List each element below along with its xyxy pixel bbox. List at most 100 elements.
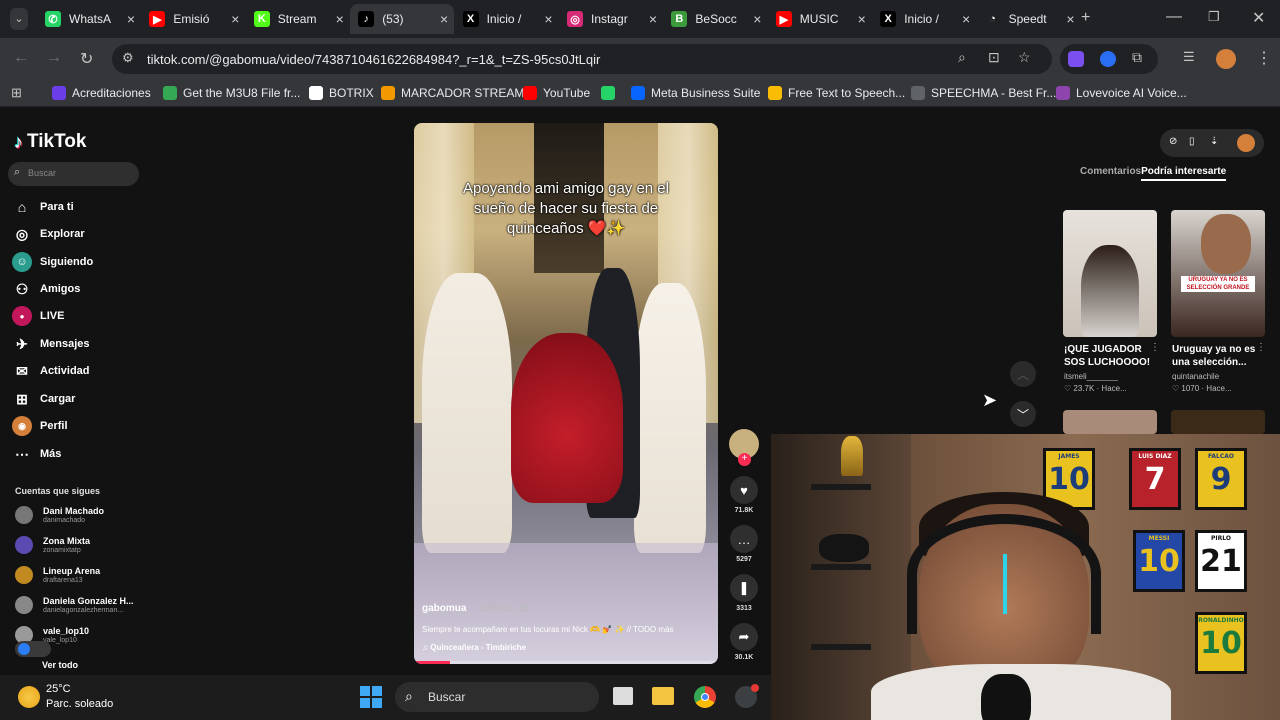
comment-action[interactable]: … 5297	[729, 525, 759, 563]
browser-tab[interactable]: ◔ Speedt ×	[977, 4, 1081, 34]
extension-icon-1[interactable]	[1068, 51, 1084, 67]
author-avatar-button[interactable]: +	[729, 429, 759, 466]
bookmark-item[interactable]: SPEECHMA - Best Fr...	[911, 86, 1056, 100]
sidebar-item[interactable]: ● LIVE	[12, 305, 64, 327]
see-all-link[interactable]: Ver todo	[42, 660, 78, 670]
media-control-icon[interactable]: ☰	[1183, 49, 1195, 65]
extension-icon-2[interactable]	[1100, 51, 1116, 67]
device-icon[interactable]: ▯	[1189, 136, 1195, 147]
tab-close-icon[interactable]: ×	[544, 11, 552, 27]
tab-close-icon[interactable]: ×	[1066, 11, 1074, 27]
suggested-thumb-4[interactable]	[1171, 410, 1265, 434]
browser-tab[interactable]: ✆ WhatsA ×	[37, 4, 141, 34]
floating-widget[interactable]	[15, 641, 51, 657]
video-music[interactable]: ♫ Quinceañera - Timbiriche	[422, 643, 526, 652]
weather-icon[interactable]	[18, 686, 40, 708]
bookmark-item[interactable]: Lovevoice AI Voice...	[1056, 86, 1187, 100]
forward-icon[interactable]: →	[46, 49, 62, 67]
save-icon[interactable]: ❚	[730, 574, 758, 602]
install-icon[interactable]: ⊡	[988, 49, 1000, 66]
search-input[interactable]: ⌕ Buscar	[8, 162, 139, 186]
comment-icon[interactable]: …	[730, 525, 758, 553]
browser-tab[interactable]: K Stream ×	[246, 4, 350, 34]
suggested-title-2[interactable]: Uruguay ya no es una selección...	[1172, 343, 1264, 369]
browser-tab[interactable]: ♪ (53) ×	[350, 4, 455, 34]
site-info-icon[interactable]: ⚙	[122, 50, 134, 66]
suggested-user-2[interactable]: quintanachile	[1172, 372, 1219, 381]
file-explorer-icon[interactable]	[652, 687, 674, 705]
user-avatar[interactable]	[1237, 134, 1255, 152]
tab-suggested[interactable]: Podría interesarte	[1141, 166, 1227, 181]
browser-tab[interactable]: X Inicio / ×	[872, 4, 976, 34]
bookmark-item[interactable]: YouTube	[523, 86, 590, 100]
prev-video-button[interactable]: ︿	[1010, 361, 1036, 387]
sidebar-item[interactable]: ☺ Siguiendo	[12, 251, 93, 273]
share-action[interactable]: ➦ 30.1K	[729, 623, 759, 661]
like-icon[interactable]: ♥	[730, 476, 758, 504]
next-video-button[interactable]: ﹀	[1010, 401, 1036, 427]
bookmark-star-icon[interactable]: ☆	[1018, 49, 1031, 66]
browser-tab[interactable]: X Inicio / ×	[455, 4, 559, 34]
video-author[interactable]: gabomua · 2024-11-18	[422, 603, 529, 614]
following-account[interactable]: Dani Machado danimachado	[15, 503, 104, 527]
address-bar[interactable]: ⚙ tiktok.com/@gabomua/video/743871046162…	[112, 44, 1052, 74]
sidebar-item[interactable]: ⚇ Amigos	[12, 278, 81, 300]
sidebar-item[interactable]: ⌂ Para ti	[12, 196, 74, 218]
tab-close-icon[interactable]: ×	[336, 11, 344, 27]
browser-tab[interactable]: B BeSocc ×	[663, 4, 767, 34]
tab-close-icon[interactable]: ×	[231, 11, 239, 27]
video-author-name[interactable]: gabomua	[422, 603, 466, 614]
tab-search-icon[interactable]: ⌄	[10, 8, 28, 30]
tab-close-icon[interactable]: ×	[858, 11, 866, 27]
taskbar-search[interactable]: ⌕ Buscar	[395, 682, 599, 712]
bookmark-item[interactable]: Get the M3U8 File fr...	[163, 86, 300, 100]
minimize-icon[interactable]: —	[1166, 8, 1182, 26]
menu-icon[interactable]: ⋮	[1256, 48, 1272, 68]
sidebar-item[interactable]: ✉ Actividad	[12, 360, 89, 382]
save-action[interactable]: ❚ 3313	[729, 574, 759, 612]
tab-close-icon[interactable]: ×	[127, 11, 135, 27]
puzzle-icon[interactable]: ⧉	[1132, 49, 1142, 66]
back-icon[interactable]: ←	[13, 49, 29, 67]
new-tab-icon[interactable]: +	[1081, 9, 1090, 27]
thumb-more-1[interactable]: ⋮	[1150, 342, 1160, 353]
download-icon[interactable]: ⇣	[1210, 136, 1218, 147]
bookmark-item[interactable]: Free Text to Speech...	[768, 86, 905, 100]
tiktok-logo[interactable]: ♪ TikTok	[14, 131, 86, 153]
bookmark-item[interactable]: Acreditaciones	[52, 86, 151, 100]
taskview-icon[interactable]	[613, 687, 633, 705]
tab-close-icon[interactable]: ×	[440, 11, 448, 27]
bookmark-item[interactable]: Meta Business Suite	[631, 86, 760, 100]
settings-icon[interactable]: ⊘	[1169, 136, 1177, 147]
follow-plus-icon[interactable]: +	[738, 453, 751, 466]
sidebar-item[interactable]: ⋯ Más	[12, 443, 61, 465]
like-action[interactable]: ♥ 71.8K	[729, 476, 759, 514]
bookmark-item[interactable]: MARCADOR STREAM	[381, 86, 524, 100]
tab-comments[interactable]: Comentarios	[1080, 166, 1141, 177]
suggested-thumb-3[interactable]	[1063, 410, 1157, 434]
following-account[interactable]: Lineup Arena draftarena13	[15, 563, 100, 587]
following-account[interactable]: Daniela Gonzalez H... danielagonzalezherm…	[15, 593, 134, 617]
thumb-more-2[interactable]: ⋮	[1256, 342, 1266, 353]
bookmark-item[interactable]	[601, 86, 621, 100]
apps-grid-icon[interactable]: ⊞	[11, 85, 22, 101]
suggested-user-1[interactable]: itsmeli_______	[1064, 372, 1118, 381]
profile-avatar[interactable]	[1216, 49, 1236, 69]
start-button[interactable]	[360, 686, 382, 708]
bookmark-item[interactable]: BOTRIX	[309, 86, 374, 100]
tab-close-icon[interactable]: ×	[649, 11, 657, 27]
maximize-icon[interactable]: ❐	[1208, 9, 1220, 25]
tab-close-icon[interactable]: ×	[753, 11, 761, 27]
share-icon[interactable]: ➦	[730, 623, 758, 651]
sidebar-item[interactable]: ◉ Perfil	[12, 415, 68, 437]
weather-temp[interactable]: 25°C	[46, 683, 71, 695]
reload-icon[interactable]: ↻	[80, 49, 93, 69]
suggested-title-1[interactable]: ¡QUE JUGADOR SOS LUCHOOOO!	[1064, 343, 1156, 369]
video-progress-bar[interactable]	[414, 661, 718, 664]
browser-tab[interactable]: ▶ Emisió ×	[141, 4, 245, 34]
following-account[interactable]: Zona Mixta zonamixtatp	[15, 533, 90, 557]
sidebar-item[interactable]: ◎ Explorar	[12, 223, 85, 245]
browser-tab[interactable]: ▶ MUSIC ×	[768, 4, 872, 34]
video-player[interactable]: Apoyando ami amigo gay en el sueño de ha…	[414, 123, 718, 664]
suggested-thumb-2[interactable]: URUGUAY YA NO ES SELECCIÓN GRANDE	[1171, 210, 1265, 337]
